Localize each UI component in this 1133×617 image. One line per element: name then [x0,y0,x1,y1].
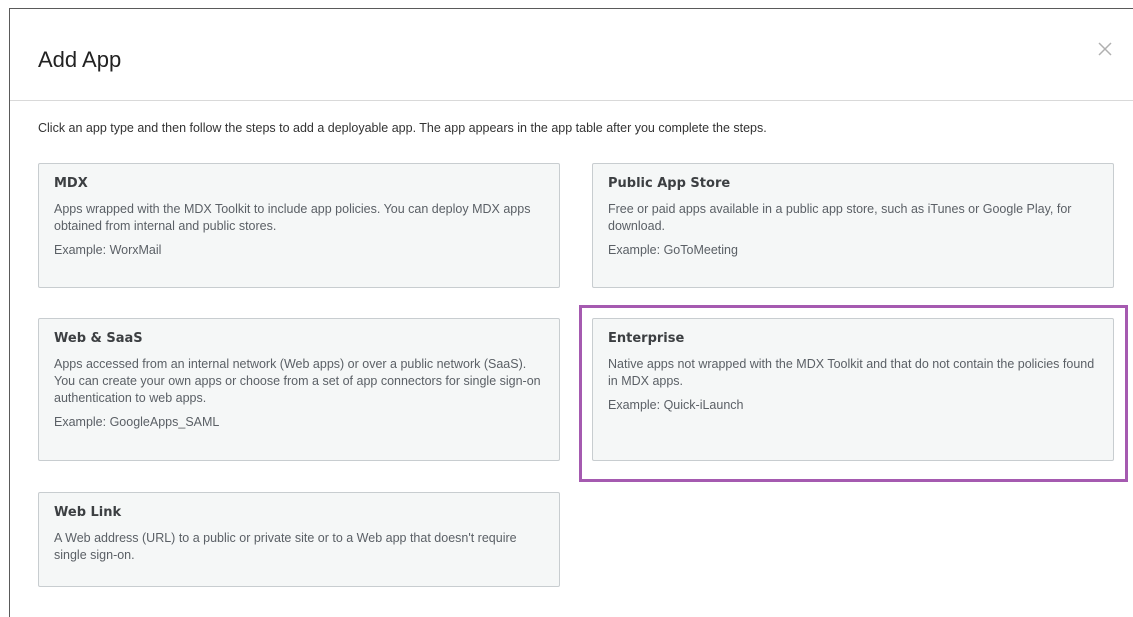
card-example: Example: Quick-iLaunch [608,398,744,412]
card-description: Apps wrapped with the MDX Toolkit to inc… [54,202,531,233]
card-title: Enterprise [608,331,685,346]
card-description: Free or paid apps available in a public … [608,202,1072,233]
app-type-card-public-app-store[interactable]: Public App Store Free or paid apps avail… [592,163,1114,288]
card-title: MDX [54,176,88,191]
app-type-card-enterprise[interactable]: Enterprise Native apps not wrapped with … [592,318,1114,461]
card-description: Apps accessed from an internal network (… [54,357,541,405]
card-example: Example: WorxMail [54,243,162,257]
card-title: Public App Store [608,176,731,191]
card-description: Native apps not wrapped with the MDX Too… [608,357,1095,388]
card-description: A Web address (URL) to a public or priva… [54,531,517,562]
close-icon[interactable] [1095,39,1115,59]
intro-text: Click an app type and then follow the st… [38,121,767,135]
add-app-dialog: Add App Click an app type and then follo… [9,8,1133,617]
card-example: Example: GoToMeeting [608,243,738,257]
card-title: Web Link [54,505,122,520]
app-type-card-mdx[interactable]: MDX Apps wrapped with the MDX Toolkit to… [38,163,560,288]
card-example: Example: GoogleApps_SAML [54,415,220,429]
dialog-header: Add App [10,9,1133,101]
dialog-title: Add App [38,47,122,72]
app-type-card-web-saas[interactable]: Web & SaaS Apps accessed from an interna… [38,318,560,461]
card-title: Web & SaaS [54,331,143,346]
app-type-card-web-link[interactable]: Web Link A Web address (URL) to a public… [38,492,560,587]
